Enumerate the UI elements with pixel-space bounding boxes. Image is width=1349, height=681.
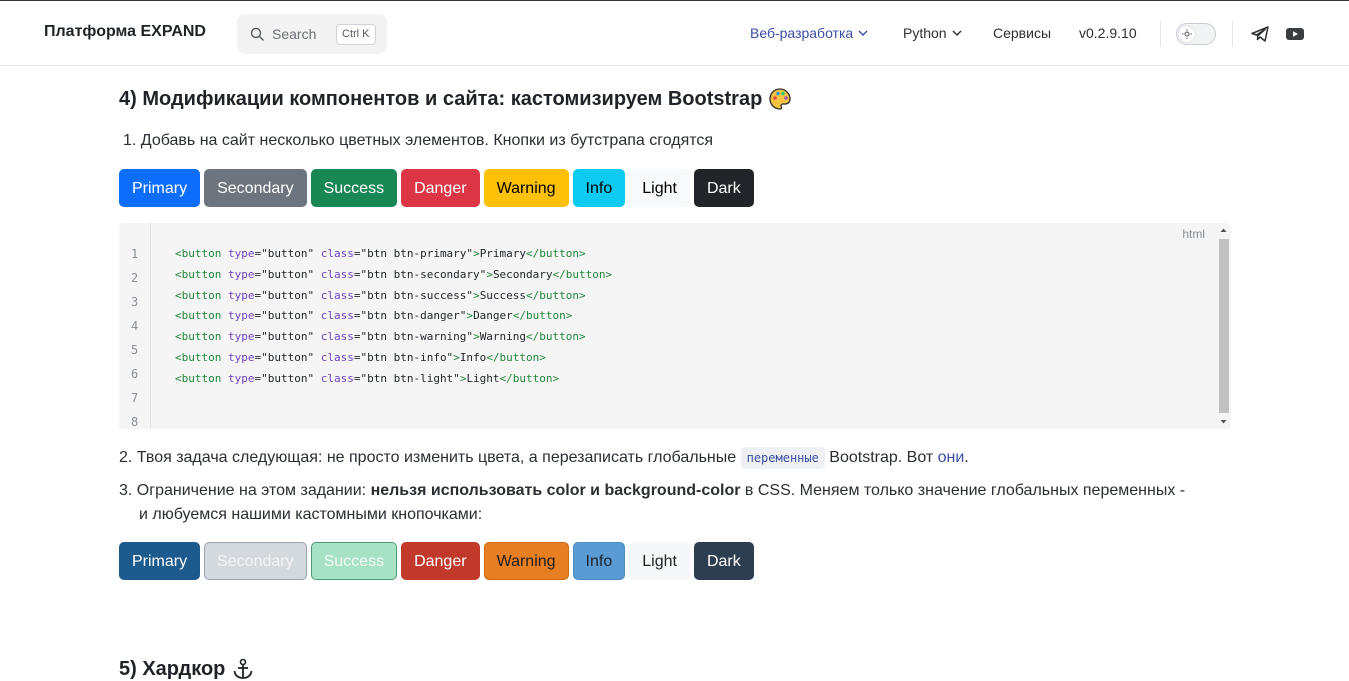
custom-secondary-button[interactable]: Secondary xyxy=(204,542,307,580)
step-2-number: 2. xyxy=(119,449,137,466)
line-number: 6 xyxy=(131,367,139,381)
nav-version-label: v0.2.9.10 xyxy=(1079,25,1137,41)
nav-services[interactable]: Сервисы xyxy=(993,25,1051,41)
theme-toggle[interactable] xyxy=(1176,23,1216,45)
default-light-button[interactable]: Light xyxy=(629,169,690,207)
section-heading-text: 4) Модификации компонентов и сайта: каст… xyxy=(119,87,763,110)
custom-danger-button[interactable]: Danger xyxy=(401,542,480,580)
search-icon xyxy=(250,27,264,41)
default-dark-button[interactable]: Dark xyxy=(693,169,754,207)
nav-python[interactable]: Python xyxy=(903,25,962,41)
section-heading: 4) Модификации компонентов и сайта: каст… xyxy=(119,87,792,111)
line-number: 4 xyxy=(131,319,139,333)
custom-buttons-row: Primary Secondary Success Danger Warning Info… xyxy=(119,542,754,580)
scroll-up-icon[interactable] xyxy=(1218,225,1229,235)
step-1-text: Добавь на сайт несколько цветных элемент… xyxy=(140,132,714,149)
custom-dark-button[interactable]: Dark xyxy=(693,542,754,580)
step-2-text-a: Твоя задача следующая: не просто изменит… xyxy=(136,449,741,466)
custom-light-button[interactable]: Light xyxy=(629,542,690,580)
section-heading-5: 5) Хардкор xyxy=(119,657,255,681)
palette-icon xyxy=(769,88,791,110)
nav-version[interactable]: v0.2.9.10 xyxy=(1079,25,1137,41)
nav-web-dev-label: Веб-разработка xyxy=(750,25,854,41)
custom-info-button[interactable]: Info xyxy=(572,542,626,580)
site-brand[interactable]: Платформа EXPAND xyxy=(44,23,206,41)
code-line: <button type="button" class="btn btn-lig… xyxy=(175,371,560,385)
default-buttons-row: Primary Secondary Success Danger Warning Info… xyxy=(119,169,754,207)
nav-web-dev[interactable]: Веб-разработка xyxy=(750,25,868,41)
nav-services-label: Сервисы xyxy=(993,25,1052,41)
code-line: <button type="button" class="btn btn-dan… xyxy=(175,309,573,323)
line-number: 2 xyxy=(131,271,139,285)
step-2-text-c: . xyxy=(964,449,969,466)
custom-primary-button[interactable]: Primary xyxy=(119,542,201,580)
nav-python-label: Python xyxy=(903,25,947,41)
default-danger-button[interactable]: Danger xyxy=(401,169,480,207)
inline-code-variables: переменные xyxy=(740,447,825,469)
code-line: <button type="button" class="btn btn-inf… xyxy=(175,351,546,364)
step-2-text-b: Bootstrap. Вот xyxy=(824,449,938,466)
section-heading-5-text: 5) Хардкор xyxy=(119,657,226,680)
line-number: 1 xyxy=(131,247,139,261)
custom-warning-button[interactable]: Warning xyxy=(483,542,569,580)
step-3-line-2: и любуемся нашими кастомными кнопочками: xyxy=(139,506,483,523)
line-number: 3 xyxy=(131,295,139,309)
search-placeholder: Search xyxy=(272,26,317,42)
search-shortcut: Ctrl K xyxy=(336,24,376,45)
code-line: <button type="button" class="btn btn-sec… xyxy=(175,267,613,281)
default-primary-button[interactable]: Primary xyxy=(119,169,201,207)
step-3-text-a: Ограничение на этом задании: xyxy=(136,482,371,499)
divider xyxy=(1232,21,1233,47)
code-line: <button type="button" class="btn btn-pri… xyxy=(175,247,586,260)
scrollbar-thumb[interactable] xyxy=(1219,239,1229,413)
step-1: 1. Добавь на сайт несколько цветных элем… xyxy=(123,129,713,153)
line-number: 8 xyxy=(131,415,139,429)
step-2: 2. Твоя задача следующая: не просто изме… xyxy=(119,446,969,470)
custom-success-button[interactable]: Success xyxy=(310,542,398,580)
step-1-number: 1. xyxy=(123,132,141,149)
step-3-text-b: в CSS. Меняем только значение глобальных… xyxy=(740,482,1186,499)
code-block: html 1 <button type="button" class="btn b… xyxy=(119,223,1231,429)
divider xyxy=(1160,21,1161,47)
default-info-button[interactable]: Info xyxy=(572,169,626,207)
default-warning-button[interactable]: Warning xyxy=(483,169,569,207)
search-button[interactable]: Search Ctrl K xyxy=(237,14,387,54)
step-3-number: 3. xyxy=(119,482,137,499)
variables-link[interactable]: они xyxy=(938,449,965,466)
telegram-icon[interactable] xyxy=(1250,24,1270,44)
line-number: 7 xyxy=(131,391,139,405)
chevron-down-icon xyxy=(952,30,962,36)
code-line: <button type="button" class="btn btn-suc… xyxy=(175,288,586,302)
default-secondary-button[interactable]: Secondary xyxy=(204,169,307,207)
youtube-icon[interactable] xyxy=(1285,24,1305,44)
default-success-button[interactable]: Success xyxy=(310,169,398,207)
sun-icon xyxy=(1182,29,1192,39)
step-3: 3. Ограничение на этом задании: нельзя и… xyxy=(119,479,1229,527)
scroll-down-icon[interactable] xyxy=(1218,417,1229,427)
code-scrollbar[interactable] xyxy=(1218,225,1229,427)
chevron-down-icon xyxy=(858,30,868,36)
top-navbar: Платформа EXPAND Search Ctrl K Веб-разра… xyxy=(0,1,1349,66)
line-number: 5 xyxy=(131,343,139,357)
code-line: <button type="button" class="btn btn-war… xyxy=(175,330,586,344)
code-language-label: html xyxy=(1182,227,1205,241)
step-3-bold: нельзя использовать color и background-c… xyxy=(370,482,741,499)
toggle-knob xyxy=(1179,26,1195,42)
anchor-icon xyxy=(234,658,253,679)
